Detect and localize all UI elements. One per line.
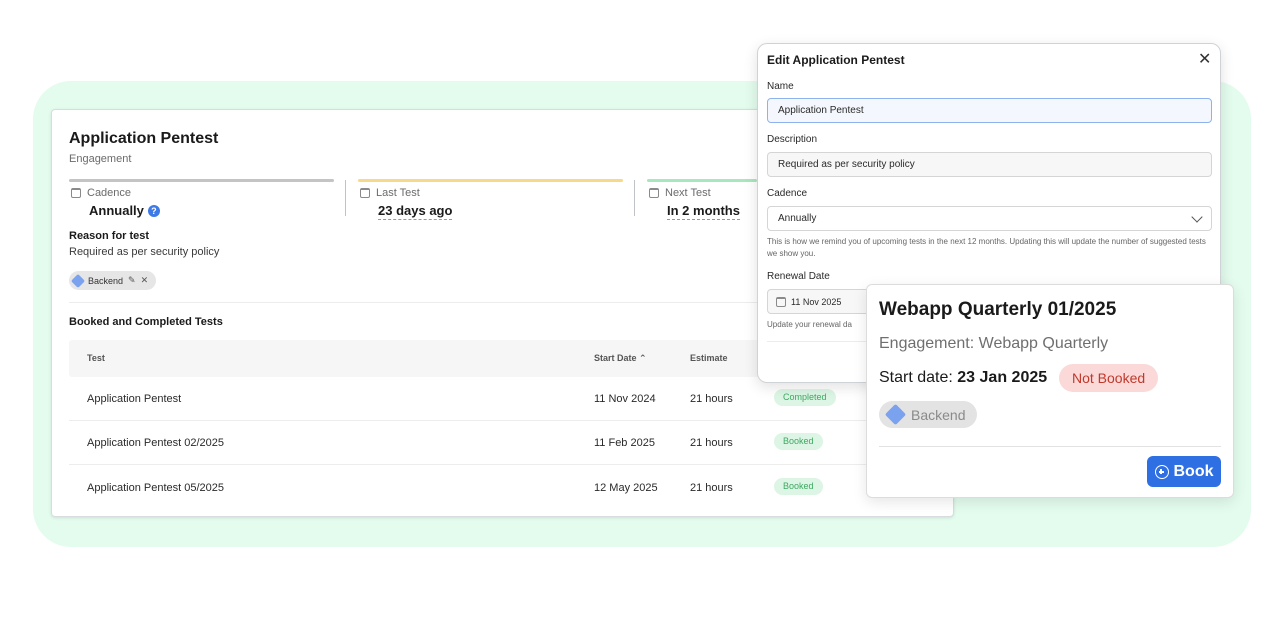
book-button-label: Book bbox=[1173, 462, 1214, 480]
stat-divider bbox=[634, 180, 635, 216]
table-row[interactable]: Application Pentest 05/2025 12 May 2025 … bbox=[69, 466, 938, 510]
column-start-date-label[interactable]: Start Date bbox=[594, 353, 637, 363]
backend-tag-label: Backend bbox=[88, 275, 124, 286]
name-input[interactable]: Application Pentest bbox=[767, 98, 1212, 123]
renewal-hint: Update your renewal da bbox=[767, 320, 852, 329]
calendar-icon bbox=[776, 296, 786, 307]
stat-last-test-value[interactable]: 23 days ago bbox=[378, 203, 453, 220]
stage: Application Pentest Engagement Cadence A… bbox=[0, 0, 1280, 640]
help-icon[interactable]: ? bbox=[147, 204, 160, 217]
description-input[interactable]: Required as per security policy bbox=[767, 152, 1212, 177]
modal-title: Edit Application Pentest bbox=[767, 53, 905, 67]
diamond-icon bbox=[70, 273, 86, 288]
cadence-select-value[interactable]: Annually bbox=[778, 213, 816, 224]
test-popover: Webapp Quarterly 01/2025 Engagement: Web… bbox=[866, 284, 1234, 498]
stat-cadence: Cadence Annually ? bbox=[69, 179, 334, 218]
popover-divider bbox=[879, 446, 1221, 447]
page-subtitle: Engagement bbox=[69, 153, 132, 165]
backend-tag-label: Backend bbox=[911, 406, 966, 423]
reason-title: Reason for test bbox=[69, 230, 150, 242]
book-button[interactable]: Book bbox=[1147, 456, 1221, 487]
chevron-down-icon[interactable] bbox=[1191, 211, 1203, 223]
renewal-date-label: Renewal Date bbox=[767, 271, 830, 282]
stat-last-test: Last Test 23 days ago bbox=[358, 179, 623, 220]
close-icon[interactable]: ✕ bbox=[141, 275, 149, 286]
stat-next-test: Next Test In 2 months bbox=[647, 179, 757, 220]
popover-start-date: Start date: 23 Jan 2025 bbox=[879, 369, 1047, 387]
stat-last-test-value-text[interactable]: 23 days ago bbox=[378, 203, 453, 220]
row-start-date: 12 May 2025 bbox=[594, 482, 658, 494]
row-estimate: 21 hours bbox=[690, 482, 733, 494]
stat-next-test-value[interactable]: In 2 months bbox=[667, 203, 740, 220]
stat-next-test-label-text: Next Test bbox=[665, 187, 711, 199]
stat-next-test-value-text[interactable]: In 2 months bbox=[667, 203, 740, 220]
stat-last-test-label: Last Test bbox=[360, 187, 420, 199]
stat-cadence-value: Annually ? bbox=[89, 203, 160, 218]
name-input-value[interactable]: Application Pentest bbox=[778, 105, 864, 116]
reason-text: Required as per security policy bbox=[69, 246, 220, 258]
description-label: Description bbox=[767, 134, 818, 145]
renewal-date-input[interactable]: 11 Nov 2025 bbox=[767, 289, 877, 314]
stat-divider bbox=[345, 180, 346, 216]
backend-tag[interactable]: Backend ✎ ✕ bbox=[69, 271, 157, 290]
start-date-value: 23 Jan 2025 bbox=[957, 369, 1048, 386]
row-start-date: 11 Nov 2024 bbox=[594, 393, 656, 405]
status-badge: Completed bbox=[774, 389, 836, 406]
cadence-select[interactable]: Annually bbox=[767, 206, 1212, 231]
name-label: Name bbox=[767, 81, 794, 92]
stat-cadence-value-text: Annually bbox=[89, 203, 144, 218]
stat-next-test-label: Next Test bbox=[649, 187, 711, 199]
stat-last-test-bar bbox=[358, 179, 623, 182]
plus-circle-icon bbox=[1154, 464, 1169, 479]
description-input-value[interactable]: Required as per security policy bbox=[778, 159, 915, 170]
cadence-label: Cadence bbox=[767, 188, 808, 199]
stat-cadence-label: Cadence bbox=[71, 187, 131, 199]
backend-tag: Backend bbox=[879, 401, 978, 428]
status-badge: Not Booked bbox=[1059, 364, 1159, 392]
row-estimate: 21 hours bbox=[690, 437, 733, 449]
row-test[interactable]: Application Pentest 02/2025 bbox=[87, 437, 224, 449]
renewal-date-value[interactable]: 11 Nov 2025 bbox=[791, 297, 841, 307]
row-test[interactable]: Application Pentest bbox=[87, 393, 181, 405]
column-test: Test bbox=[87, 353, 105, 363]
page-title: Application Pentest bbox=[69, 130, 219, 147]
stat-cadence-bar bbox=[69, 179, 334, 182]
row-start-date: 11 Feb 2025 bbox=[594, 437, 655, 449]
close-icon[interactable]: ✕ bbox=[1198, 52, 1211, 68]
schedule-icon bbox=[649, 188, 659, 198]
history-icon bbox=[360, 188, 370, 198]
row-test[interactable]: Application Pentest 05/2025 bbox=[87, 482, 224, 494]
status-badge: Booked bbox=[774, 478, 823, 495]
calendar-icon bbox=[71, 188, 81, 198]
status-badge: Booked bbox=[774, 433, 823, 450]
tests-section-title: Booked and Completed Tests bbox=[69, 316, 223, 328]
cadence-hint: This is how we remind you of upcoming te… bbox=[767, 237, 1206, 258]
popover-engagement: Engagement: Webapp Quarterly bbox=[879, 335, 1109, 352]
stat-last-test-label-text: Last Test bbox=[376, 187, 420, 199]
column-estimate: Estimate bbox=[690, 353, 728, 363]
column-start-date[interactable]: Start Date ⌃ bbox=[594, 353, 647, 364]
table-row[interactable]: Application Pentest 11 Nov 2024 21 hours… bbox=[69, 377, 938, 421]
diamond-icon bbox=[884, 403, 907, 426]
start-date-prefix: Start date: bbox=[879, 369, 953, 386]
row-estimate: 21 hours bbox=[690, 393, 733, 405]
stat-next-test-bar bbox=[647, 179, 757, 182]
table-row[interactable]: Application Pentest 02/2025 11 Feb 2025 … bbox=[69, 421, 938, 465]
popover-title: Webapp Quarterly 01/2025 bbox=[879, 299, 1117, 320]
pencil-icon[interactable]: ✎ bbox=[128, 275, 136, 286]
sort-ascending-icon[interactable]: ⌃ bbox=[639, 353, 647, 363]
stat-cadence-label-text: Cadence bbox=[87, 187, 132, 199]
